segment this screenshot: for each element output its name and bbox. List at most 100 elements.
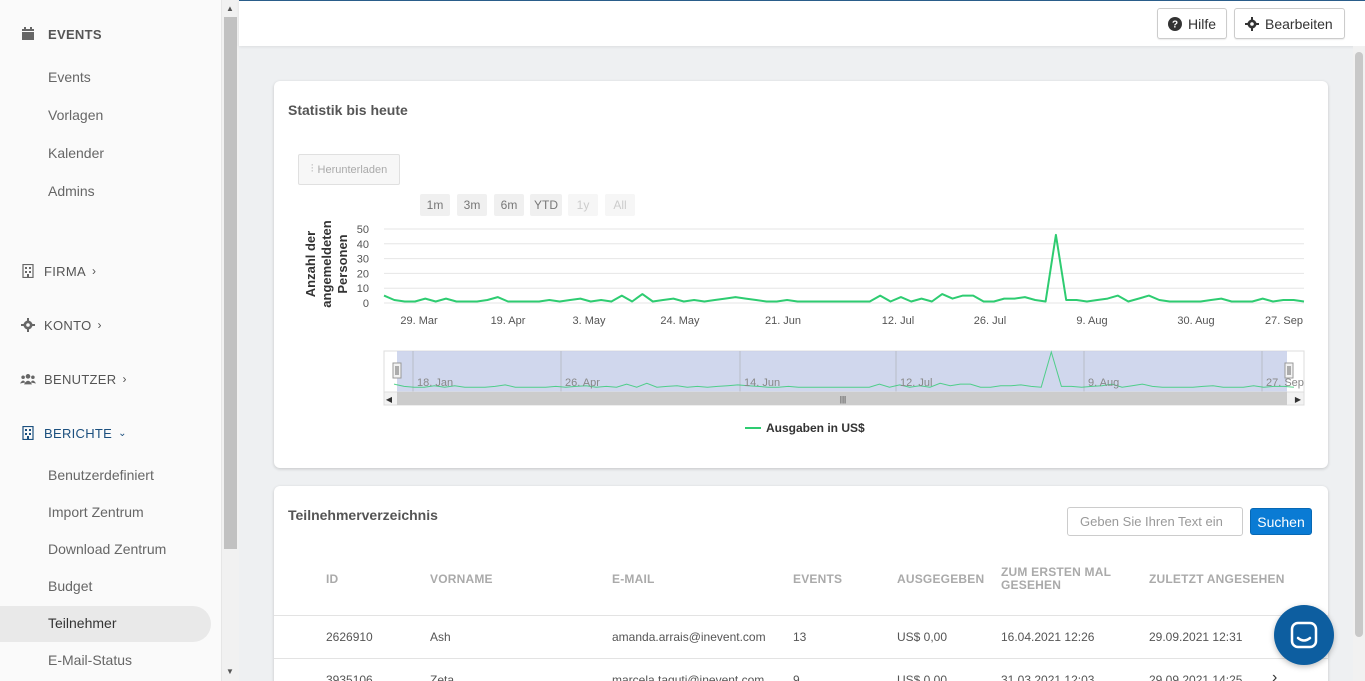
navigator-label: 14. Jun [744,377,780,389]
building-icon [20,425,36,441]
sidebar-section-events[interactable]: EVENTS [20,26,102,42]
attendees-title: Teilnehmerverzeichnis [288,507,438,523]
chart-navigator[interactable]: 18. Jan 26. Apr 14. Jun 12. Jul 9. Aug 27. Se… [383,350,1305,406]
x-tick-label: 27. Sep [1265,315,1303,327]
series-line-ausgaben [383,233,1305,303]
sidebar-section-reports-label: BERICHTE [44,425,113,441]
column-header-email[interactable]: E-MAIL [612,573,655,586]
cell-first-seen: 16.04.2021 12:26 [1001,630,1095,644]
x-tick-label: 24. May [660,315,700,327]
attendees-card: Teilnehmerverzeichnis Suchen ID VORNAME … [274,486,1328,681]
sidebar-section-users-label: BENUTZER [44,371,117,387]
sidebar-item-attendees[interactable]: Teilnehmer [48,615,116,631]
chat-launcher-button[interactable] [1274,605,1334,665]
search-button[interactable]: Suchen [1250,508,1312,535]
y-tick-label: 0 [363,298,369,310]
scroll-right-arrow-icon[interactable]: ▶ [1295,395,1302,404]
column-header-first-seen[interactable]: ZUM ERSTEN MAL GESEHEN [1001,566,1121,592]
x-tick-label: 29. Mar [400,315,438,327]
sidebar-section-account[interactable]: KONTO › [20,317,102,333]
table-divider [274,615,1328,616]
scrollbar-grip-icon: ||| [840,395,846,404]
gear-icon [1245,16,1259,31]
svg-text:?: ? [1172,19,1178,30]
sidebar-section-reports[interactable]: BERICHTE ⌄ [20,425,127,441]
cell-spent: US$ 0,00 [897,630,948,644]
navigator-handle[interactable] [1284,362,1294,379]
column-header-firstname[interactable]: VORNAME [430,573,493,586]
chevron-right-icon: › [122,372,127,386]
sidebar-scrollbar-thumb[interactable] [224,17,237,549]
sidebar-item-download-center[interactable]: Download Zentrum [48,541,166,557]
sidebar-item-calendar[interactable]: Kalender [48,145,104,161]
sidebar-item-templates[interactable]: Vorlagen [48,107,103,123]
x-tick-label: 3. May [572,315,606,327]
cell-id: 2626910 [326,630,373,644]
navigator-selection[interactable] [397,351,1287,392]
x-tick-label: 12. Jul [882,315,914,327]
x-tick-label: 26. Jul [974,315,1006,327]
building-icon [20,263,36,279]
y-axis-label-line: Anzahl der [303,231,318,297]
sidebar-section-events-label: EVENTS [48,26,102,42]
column-header-id[interactable]: ID [326,573,338,586]
users-icon [20,371,36,387]
help-button-label: Hilfe [1187,15,1216,32]
y-tick-label: 20 [357,268,369,280]
cell-email: amanda.arrais@inevent.com [612,630,766,644]
y-axis-label-line: angemeldeten [319,220,334,307]
sidebar-item-events[interactable]: Events [48,69,91,85]
sidebar-item-custom[interactable]: Benutzerdefiniert [48,467,154,483]
column-header-events[interactable]: EVENTS [793,573,842,586]
navigator-label: 18. Jan [417,377,453,389]
x-tick-label: 21. Jun [765,315,801,327]
top-bar: ? Hilfe Bearbeiten [239,0,1365,46]
sidebar-item-budget[interactable]: Budget [48,578,92,594]
statistics-card: Statistik bis heute ⫶ Herunterladen 1m 3… [274,81,1328,468]
help-button[interactable]: ? Hilfe [1157,8,1227,39]
column-header-spent[interactable]: AUSGEGEBEN [897,573,984,586]
sidebar-item-email-status[interactable]: E-Mail-Status [48,652,132,668]
legend-label[interactable]: Ausgaben in US$ [766,421,865,435]
search-input[interactable] [1067,507,1243,536]
column-header-last-seen[interactable]: ZULETZT ANGESEHEN [1149,573,1285,586]
sidebar: EVENTS Events Vorlagen Kalender Admins F… [0,0,222,681]
y-tick-label: 10 [357,283,369,295]
cell-firstname: Ash [430,630,451,644]
sidebar-section-users[interactable]: BENUTZER › [20,371,127,387]
cell-last-seen: 29.09.2021 14:25 [1149,673,1243,681]
cell-last-seen: 29.09.2021 12:31 [1149,630,1243,644]
cell-email: marcela.taguti@inevent.com [612,673,765,681]
navigator-handle[interactable] [392,362,402,379]
y-tick-label: 50 [357,224,369,236]
chart-grid [384,228,1304,304]
scroll-down-arrow-icon[interactable]: ▼ [226,667,234,676]
sidebar-item-admins[interactable]: Admins [48,183,95,199]
x-tick-label: 19. Apr [491,315,526,327]
chevron-down-icon: ⌄ [118,427,127,439]
page-scrollbar-thumb[interactable] [1355,52,1363,637]
navigator-label: 27. Sep [1266,377,1304,389]
sidebar-section-company[interactable]: FIRMA › [20,263,96,279]
edit-button[interactable]: Bearbeiten [1234,8,1345,39]
y-tick-labels: 0 10 20 30 40 50 [357,224,369,310]
navigator-label: 12. Jul [900,377,932,389]
y-axis-label-line: Personen [335,234,350,293]
cell-events: 13 [793,630,807,644]
scroll-up-arrow-icon[interactable]: ▲ [226,4,234,13]
cell-events: 9 [793,673,800,681]
y-axis-label: Anzahl der angemeldeten Personen [303,220,350,307]
chart-series [383,233,1305,303]
navigator-label: 26. Apr [565,377,600,389]
chevron-right-icon: › [91,264,97,278]
chat-icon [1290,621,1318,649]
sidebar-item-import-center[interactable]: Import Zentrum [48,504,144,520]
x-tick-label: 30. Aug [1177,315,1214,327]
row-expand-chevron-icon[interactable]: › [1272,669,1277,681]
calendar-icon [20,26,36,42]
scroll-left-arrow-icon[interactable]: ◀ [386,395,393,404]
x-tick-labels: 29. Mar 19. Apr 3. May 24. May 21. Jun 12. Ju… [400,315,1303,327]
table-divider [274,658,1328,659]
y-tick-label: 40 [357,239,369,251]
chart-legend[interactable]: Ausgaben in US$ [745,421,865,435]
